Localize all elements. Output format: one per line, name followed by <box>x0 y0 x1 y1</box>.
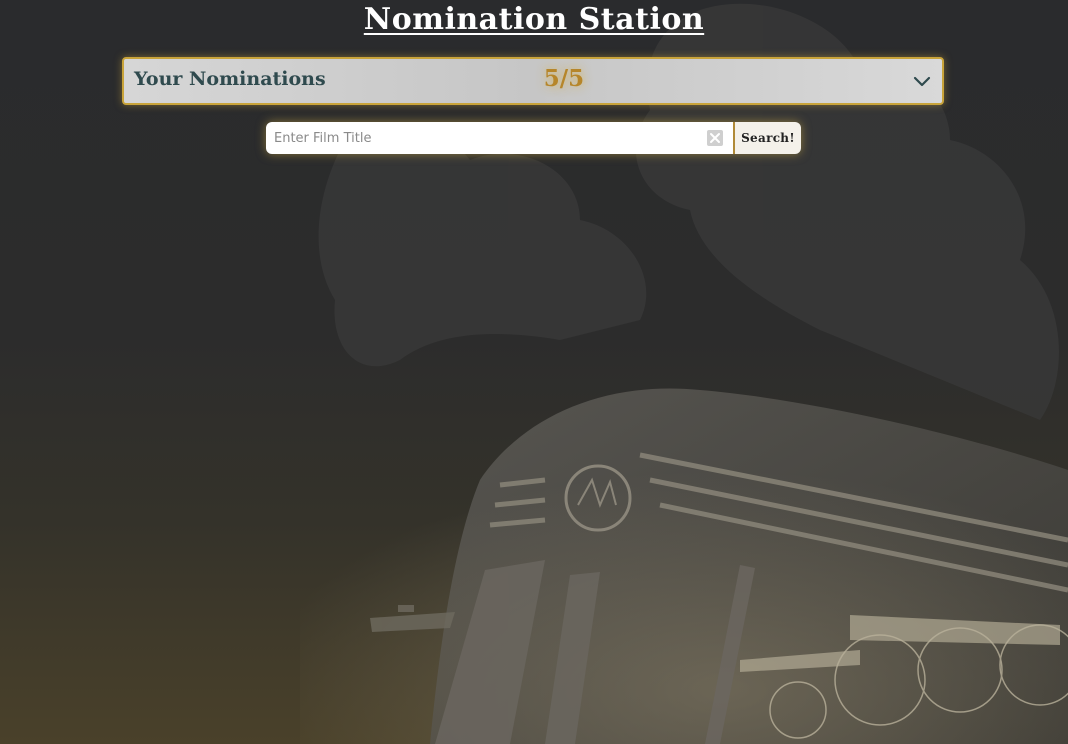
clear-x-icon[interactable] <box>707 130 723 146</box>
ship-shape <box>370 605 455 632</box>
train-poster-background <box>300 3 1068 744</box>
search-bar: Search! <box>266 122 801 154</box>
nominations-count: 5/5 <box>543 65 585 92</box>
search-button[interactable]: Search! <box>733 122 801 154</box>
film-title-search-input[interactable] <box>266 122 733 154</box>
train-rods-shape <box>740 615 1060 672</box>
train-wheels-shape <box>769 624 1068 739</box>
chevron-down-icon[interactable] <box>912 71 932 91</box>
train-grille-shape <box>489 452 1068 593</box>
train-emblem-shape <box>564 464 632 532</box>
train-body-shape <box>430 388 1068 744</box>
nominations-label: Your Nominations <box>134 68 326 90</box>
nominations-panel[interactable]: Your Nominations 5/5 <box>122 57 944 105</box>
train-front-shape <box>435 560 755 744</box>
background-glow <box>300 380 1068 744</box>
page-title: Nomination Station <box>363 2 705 37</box>
